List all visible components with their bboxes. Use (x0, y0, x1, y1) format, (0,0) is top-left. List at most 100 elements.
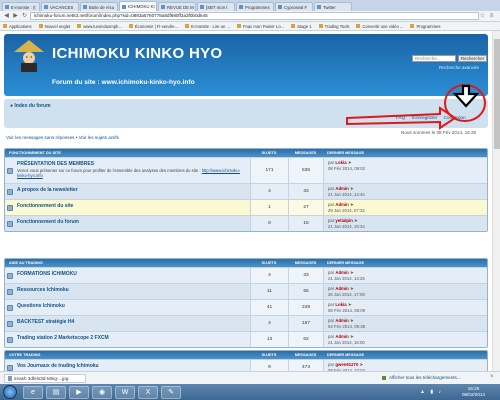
vertical-scrollbar[interactable] (492, 31, 500, 371)
forum-name-cell[interactable]: Fonctionnement du site (15, 200, 250, 215)
forum-row[interactable]: BACKTEST stratégie H4 4 167 par Admin ➤ 04 F… (5, 315, 487, 331)
forum-name-cell[interactable]: A propos de la newsletter (15, 184, 250, 199)
forum-title[interactable]: BACKTEST stratégie H4 (17, 319, 74, 325)
forum-row[interactable]: Vos Journaux de trading Ichimoku 9 473 par … (5, 359, 487, 371)
forum-row[interactable]: FORMATIONS ICHIMOKU 4 33 par Admin ➤ 21 Jan … (5, 267, 487, 283)
browser-tab[interactable]: REVUE DE M (158, 2, 196, 11)
posts-count: 27 (288, 200, 323, 215)
star-icon[interactable]: ☆ (479, 13, 486, 20)
forum-name-cell[interactable]: Questions Ichimoku (15, 300, 250, 315)
view-post-icon[interactable]: ➤ (360, 362, 364, 367)
bookmark-item[interactable]: Fnac mon Panier Lo... (236, 24, 284, 29)
url-field[interactable]: ichimoku-forum.net63.net/forum/index.php… (30, 12, 479, 20)
word-icon[interactable]: W (115, 385, 135, 399)
chrome-icon[interactable]: ◉ (92, 385, 112, 399)
paint-icon[interactable]: ✎ (161, 385, 181, 399)
forum-name-cell[interactable]: Trading station 2 Marketscope 2 FXCM (15, 332, 250, 347)
view-post-icon[interactable]: ➤ (350, 186, 354, 191)
last-post-author[interactable]: gwen91270 (335, 362, 358, 367)
browser-tab[interactable]: Twitter (314, 2, 352, 11)
browser-tab[interactable]: Programmes (236, 2, 274, 11)
bookmark-item[interactable]: E-monste : Lire un ... (185, 24, 230, 29)
forum-row[interactable]: Trading station 2 Marketscope 2 FXCM 13 62… (5, 331, 487, 347)
browser-tab[interactable]: E-monste : (t (2, 2, 40, 11)
excel-icon[interactable]: X (138, 385, 158, 399)
bookmark-item[interactable]: Économie | Fi-vendre... (128, 24, 178, 29)
bookmark-item[interactable]: Applications (3, 24, 32, 29)
forum-row[interactable]: Questions Ichimoku 41 249 par Lokia ➤ 06 Fév… (5, 299, 487, 315)
back-icon[interactable]: ◀ (3, 13, 10, 20)
forum-title[interactable]: A propos de la newsletter (17, 187, 78, 193)
bookmark-item[interactable]: Stage 1 (291, 24, 312, 29)
last-post-author[interactable]: Lokia (335, 160, 346, 165)
show-all-downloads[interactable]: Afficher tous les téléchargements... (382, 375, 461, 380)
last-post-author[interactable]: Admin (335, 270, 348, 275)
forum-title[interactable]: FORMATIONS ICHIMOKU (17, 271, 77, 277)
advanced-search-link[interactable]: Recherche avancée (439, 65, 479, 70)
view-post-icon[interactable]: ➤ (354, 218, 358, 223)
browser-tab[interactable]: ICHIMOKU KI (119, 1, 157, 11)
forum-name-cell[interactable]: BACKTEST stratégie H4 (15, 316, 250, 331)
view-post-icon[interactable]: ➤ (350, 286, 354, 291)
forum-title[interactable]: Vos Journaux de trading Ichimoku (17, 363, 99, 369)
bookmark-item[interactable]: Convertir une vidéo ... (356, 24, 403, 29)
col-posts: MESSAGES (294, 353, 317, 357)
forum-name-cell[interactable]: FORMATIONS ICHIMOKU (15, 268, 250, 283)
last-post-author[interactable]: Admin (335, 286, 348, 291)
view-post-icon[interactable]: ➤ (350, 202, 354, 207)
search-input[interactable]: Recherche... (412, 55, 456, 62)
last-post-author[interactable]: Admin (335, 186, 348, 191)
quick-links[interactable]: Voir les messages sans réponses • Voir l… (6, 135, 119, 140)
forum-row[interactable]: Ressources Ichimoku 11 55 par Admin ➤ 26 Jan… (5, 283, 487, 299)
start-button[interactable] (3, 385, 17, 399)
forum-title[interactable]: Trading station 2 Marketscope 2 FXCM (17, 335, 109, 341)
view-post-icon[interactable]: ➤ (348, 302, 352, 307)
last-post-author[interactable]: Admin (335, 318, 348, 323)
system-tray[interactable]: ▲ ▮ ♪ (420, 389, 443, 395)
faq-link[interactable]: FAQ (396, 115, 405, 120)
browser-tab[interactable]: [SBT mon t (197, 2, 235, 11)
view-post-icon[interactable]: ➤ (350, 318, 354, 323)
bookmark-item[interactable]: Trading Tools (318, 24, 349, 29)
last-post-author[interactable]: Lokia (335, 302, 346, 307)
forum-row[interactable]: A propos de la newsletter 4 33 par Admin ➤ 2… (5, 183, 487, 199)
forum-row[interactable]: Fonctionnement du forum 8 16 par yetialpin … (5, 215, 487, 231)
forum-row[interactable]: PRÉSENTATION DES MEMBRES Venez vous prése… (5, 157, 487, 183)
bookmark-item[interactable]: Programmes (410, 24, 440, 29)
forum-name-cell[interactable]: Fonctionnement du forum (15, 216, 250, 231)
scrollbar-thumb[interactable] (494, 39, 500, 149)
folder-icon[interactable]: ▤ (46, 385, 66, 399)
download-item[interactable]: ireash 3dfelo3d-Ming-...jpg (4, 373, 86, 383)
last-post-author[interactable]: yetialpin (335, 218, 352, 223)
close-icon[interactable]: × (490, 374, 494, 380)
reload-icon[interactable]: ↻ (21, 13, 28, 20)
forum-name-cell[interactable]: Ressources Ichimoku (15, 284, 250, 299)
forward-icon[interactable]: ▶ (12, 13, 19, 20)
ie-icon[interactable]: e (23, 385, 43, 399)
login-link[interactable]: Connexion (444, 115, 466, 120)
search-button[interactable]: Rechercher (458, 55, 487, 62)
forum-title[interactable]: Questions Ichimoku (17, 303, 65, 309)
bookmark-item[interactable]: Nouvel onglet (38, 24, 70, 29)
forum-name-cell[interactable]: Vos Journaux de trading Ichimoku (15, 360, 250, 371)
forum-title[interactable]: Ressources Ichimoku (17, 287, 69, 293)
last-post-author[interactable]: Admin (335, 202, 348, 207)
view-post-icon[interactable]: ➤ (348, 160, 352, 165)
view-post-icon[interactable]: ➤ (350, 334, 354, 339)
taskbar-clock[interactable]: 16:25 08/02/2014 (462, 386, 485, 398)
browser-tab[interactable]: VACANCES (41, 2, 79, 11)
bookmark-item[interactable]: www.tuxondusmph... (77, 24, 122, 29)
forum-title[interactable]: Fonctionnement du forum (17, 219, 79, 225)
forum-name-cell[interactable]: PRÉSENTATION DES MEMBRES Venez vous prése… (15, 158, 250, 183)
last-post-author[interactable]: Admin (335, 334, 348, 339)
browser-tab[interactable]: Boite de récu (80, 2, 118, 11)
forum-title[interactable]: PRÉSENTATION DES MEMBRES (17, 161, 94, 167)
menu-icon[interactable]: ≡ (488, 13, 495, 20)
index-link[interactable]: ● Index du forum (10, 103, 51, 109)
view-post-icon[interactable]: ➤ (350, 270, 354, 275)
media-icon[interactable]: ▶ (69, 385, 89, 399)
browser-tab[interactable]: Cyproseal F (275, 2, 313, 11)
forum-row[interactable]: Fonctionnement du site 1 27 par Admin ➤ 29 J… (5, 199, 487, 215)
register-link[interactable]: S'enregistrer (411, 115, 437, 120)
forum-title[interactable]: Fonctionnement du site (17, 203, 73, 209)
